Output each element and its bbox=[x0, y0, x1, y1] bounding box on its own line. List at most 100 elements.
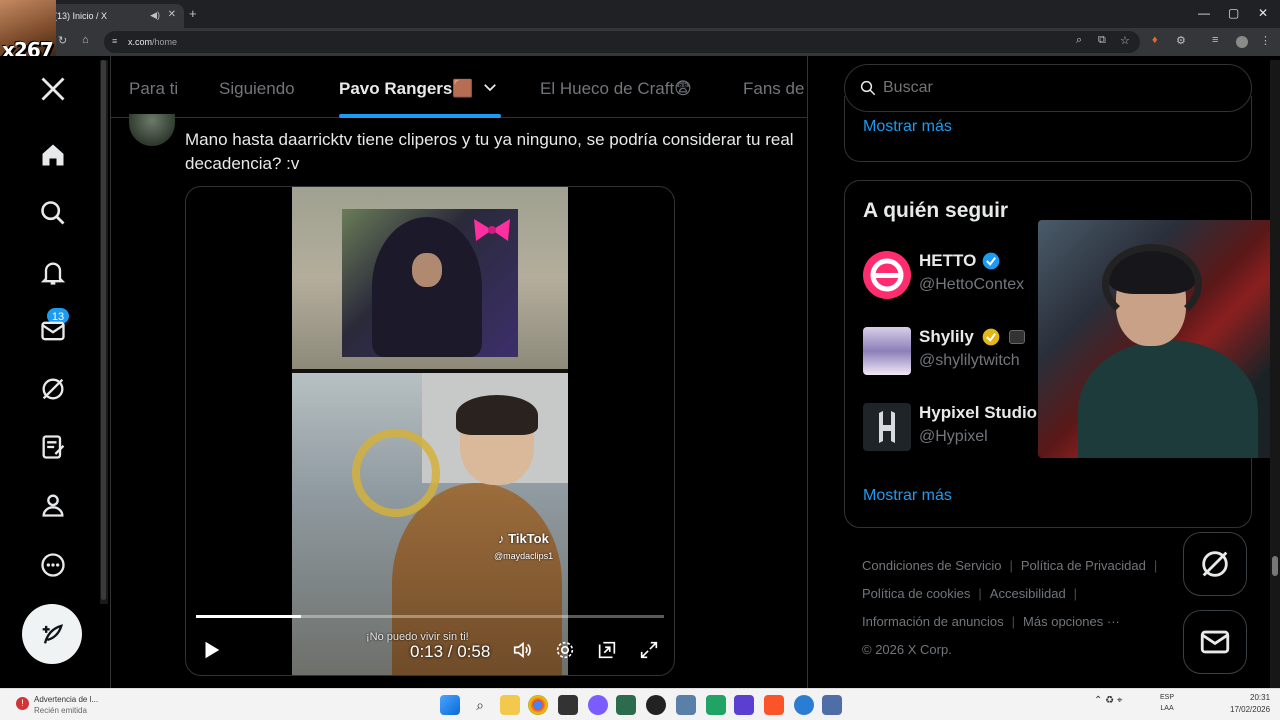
close-window-button[interactable]: ✕ bbox=[1258, 6, 1268, 20]
search-input[interactable] bbox=[883, 79, 1223, 97]
follow-name[interactable]: Shylily bbox=[919, 327, 974, 347]
url-path: /home bbox=[152, 37, 178, 47]
grok-icon[interactable] bbox=[36, 372, 70, 406]
system-tray-icons[interactable]: ⌃ ♻ ⌖ bbox=[1094, 695, 1123, 706]
messages-drawer-button[interactable] bbox=[1183, 610, 1247, 674]
tab-siguiendo[interactable]: Siguiendo bbox=[219, 79, 295, 99]
verified-badge-icon bbox=[981, 251, 1001, 276]
site-info-icon[interactable]: ≡ bbox=[112, 36, 117, 46]
notifications-bell-icon[interactable] bbox=[36, 256, 70, 290]
avatar[interactable] bbox=[863, 403, 911, 451]
more-options-link[interactable]: Más opciones ··· bbox=[1023, 614, 1120, 629]
search-icon[interactable]: ⌕ bbox=[470, 695, 490, 715]
chrome-icon[interactable] bbox=[528, 695, 548, 715]
menu-icon[interactable]: ⋮ bbox=[1260, 34, 1271, 47]
follow-name[interactable]: Hypixel Studio bbox=[919, 403, 1037, 423]
bookmark-star-icon[interactable]: ☆ bbox=[1120, 34, 1130, 47]
home-icon[interactable] bbox=[36, 138, 70, 172]
start-windows-icon[interactable] bbox=[440, 695, 460, 715]
system-clock[interactable]: 20:31 17/02/2026 bbox=[1230, 692, 1270, 716]
main-timeline: Para ti Siguiendo Pavo Rangers🟫 El Hueco… bbox=[110, 56, 809, 688]
volume-icon[interactable] bbox=[512, 639, 536, 663]
show-more-link[interactable]: Mostrar más bbox=[863, 118, 952, 136]
grok-icon bbox=[1202, 551, 1228, 577]
left-scrollbar-thumb[interactable] bbox=[101, 60, 106, 600]
file-explorer-icon[interactable] bbox=[500, 695, 520, 715]
tweet-video[interactable]: ♪ TikTok @maydaclips1 ¡No puedo vivir si… bbox=[185, 186, 675, 676]
video-frame: ♪ TikTok @maydaclips1 ¡No puedo vivir si… bbox=[292, 187, 568, 675]
terminal-icon[interactable] bbox=[558, 695, 578, 715]
avatar[interactable] bbox=[863, 327, 911, 375]
verified-gold-badge-icon bbox=[981, 327, 1001, 352]
media-icon[interactable]: ≡ bbox=[1212, 34, 1218, 46]
install-icon[interactable]: ⧉ bbox=[1098, 34, 1106, 47]
tab-close-icon[interactable]: ✕ bbox=[168, 9, 176, 20]
more-options-icon[interactable] bbox=[36, 548, 70, 582]
accessibility-link[interactable]: Accesibilidad bbox=[990, 586, 1066, 601]
extensions-icon[interactable]: ⚙ bbox=[1176, 34, 1186, 47]
notification-subtitle: Recién emitida bbox=[34, 706, 87, 715]
x-logo-icon[interactable] bbox=[36, 72, 70, 106]
tiktok-watermark: ♪ TikTok bbox=[498, 531, 549, 546]
browser-app-icon[interactable] bbox=[822, 695, 842, 715]
grok-button[interactable] bbox=[1183, 532, 1247, 596]
chevron-down-icon[interactable] bbox=[481, 78, 499, 101]
tab-fans-de[interactable]: Fans de bbox=[743, 79, 804, 99]
settings-icon[interactable] bbox=[676, 695, 696, 715]
privacy-link[interactable]: Política de Privacidad bbox=[1021, 558, 1146, 573]
video-person-hair bbox=[456, 395, 538, 435]
settings-gear-icon[interactable] bbox=[554, 639, 578, 663]
search-box[interactable] bbox=[844, 64, 1252, 112]
follow-name[interactable]: HETTO bbox=[919, 251, 976, 271]
cookies-link[interactable]: Política de cookies bbox=[862, 586, 970, 601]
play-icon[interactable] bbox=[200, 639, 224, 663]
right-scrollbar-track[interactable] bbox=[1270, 60, 1280, 688]
profile-avatar[interactable] bbox=[1236, 36, 1248, 48]
browser-tab-strip: (13) Inicio / X ◀) ✕ + — ▢ ✕ bbox=[0, 0, 1280, 28]
show-more-link[interactable]: Mostrar más bbox=[863, 487, 952, 505]
tab-title: (13) Inicio / X bbox=[54, 11, 108, 21]
windows-taskbar: ! Advertencia de l... Recién emitida ⌕ ⌃… bbox=[0, 688, 1280, 720]
terms-link[interactable]: Condiciones de Servicio bbox=[862, 558, 1001, 573]
speaker-icon[interactable]: ◀) bbox=[150, 10, 160, 21]
taskbar-notification[interactable]: ! Advertencia de l... Recién emitida bbox=[14, 693, 104, 717]
right-scrollbar-thumb[interactable] bbox=[1272, 556, 1278, 576]
home-icon[interactable]: ⌂ bbox=[82, 34, 89, 46]
tab-para-ti[interactable]: Para ti bbox=[129, 79, 178, 99]
tab-el-hueco-de-craft[interactable]: El Hueco de Craft😨 bbox=[540, 79, 692, 99]
compose-post-button[interactable] bbox=[22, 604, 82, 664]
reload-icon[interactable]: ↻ bbox=[58, 34, 67, 47]
video-person-hood bbox=[372, 217, 482, 357]
obs-icon[interactable] bbox=[646, 695, 666, 715]
messages-envelope-icon[interactable] bbox=[36, 314, 70, 348]
lists-icon[interactable] bbox=[36, 430, 70, 464]
profile-icon[interactable] bbox=[36, 488, 70, 522]
notification-title: Advertencia de l... bbox=[34, 695, 99, 704]
extension-brave-icon[interactable]: ♦ bbox=[1152, 34, 1158, 46]
tweet-author-avatar[interactable] bbox=[129, 114, 175, 146]
minimize-button[interactable]: — bbox=[1198, 6, 1210, 20]
maximize-button[interactable]: ▢ bbox=[1228, 6, 1239, 20]
discord-icon[interactable] bbox=[588, 695, 608, 715]
brave-icon[interactable] bbox=[764, 695, 784, 715]
explore-search-icon[interactable] bbox=[36, 196, 70, 230]
edge-icon[interactable] bbox=[794, 695, 814, 715]
pink-bow-icon bbox=[474, 219, 510, 241]
avatar[interactable] bbox=[863, 251, 911, 299]
clock-time: 20:31 bbox=[1250, 693, 1271, 702]
app-icon[interactable] bbox=[616, 695, 636, 715]
new-tab-button[interactable]: + bbox=[189, 6, 197, 21]
browser-tab[interactable]: (13) Inicio / X ◀) ✕ bbox=[44, 4, 184, 28]
tab-pavo-rangers[interactable]: Pavo Rangers🟫 bbox=[339, 79, 474, 99]
video-progress-bar[interactable] bbox=[196, 615, 664, 618]
grid-app-icon[interactable] bbox=[734, 695, 754, 715]
picture-in-picture-icon[interactable] bbox=[596, 639, 620, 663]
ads-info-link[interactable]: Información de anuncios bbox=[862, 614, 1004, 629]
zoom-icon[interactable]: ⌕ bbox=[1076, 34, 1082, 47]
video-person-face bbox=[412, 253, 442, 287]
spreadsheet-icon[interactable] bbox=[706, 695, 726, 715]
fullscreen-icon[interactable] bbox=[638, 639, 662, 663]
address-bar[interactable]: ≡ x.com/home bbox=[104, 31, 1140, 53]
language-indicator[interactable]: ESP LAA bbox=[1160, 692, 1174, 714]
browser-toolbar: ↻ ⌂ ≡ x.com/home ⌕ ⧉ ☆ ♦ ⚙ ≡ ⋮ bbox=[0, 28, 1280, 56]
